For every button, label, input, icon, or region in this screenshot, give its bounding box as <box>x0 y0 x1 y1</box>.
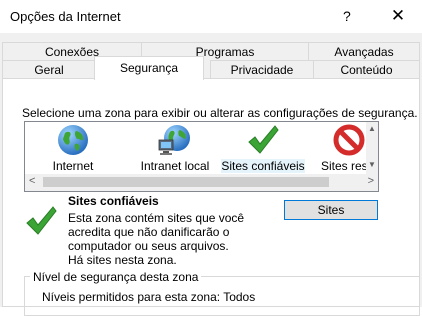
tab-avancadas[interactable]: Avançadas <box>308 42 420 60</box>
sites-button[interactable]: Sites <box>284 200 378 220</box>
zone-instruction: Selecione uma zona para exibir ou altera… <box>22 106 418 120</box>
tab-privacidade[interactable]: Privacidade <box>210 60 314 78</box>
globe-icon <box>58 125 88 155</box>
window-title: Opções da Internet <box>10 9 121 24</box>
zone-list[interactable]: Internet Intranet local Sites confiáveis… <box>24 121 379 192</box>
help-button[interactable]: ? <box>343 8 351 24</box>
zone-trusted-label: Sites confiáveis <box>221 159 305 173</box>
zone-vertical-scrollbar[interactable]: ▲ ▼ <box>366 122 378 174</box>
restricted-icon <box>333 124 365 156</box>
selected-zone-title: Sites confiáveis <box>68 194 159 208</box>
security-level-label: Nível de segurança desta zona <box>30 270 202 284</box>
close-button[interactable]: ✕ <box>386 4 410 28</box>
tab-geral[interactable]: Geral <box>2 60 96 78</box>
zone-intranet-label: Intranet local <box>140 159 210 173</box>
intranet-icon <box>158 125 190 155</box>
selected-zone-check-icon <box>26 206 57 235</box>
tab-seguranca[interactable]: Segurança <box>94 56 204 80</box>
title-bar: Opções da Internet ? ✕ <box>0 0 422 33</box>
zone-internet-label: Internet <box>52 159 94 173</box>
scroll-down-icon[interactable]: ▼ <box>368 160 376 169</box>
zone-horizontal-scrollbar[interactable]: < > <box>25 174 378 191</box>
scroll-thumb[interactable] <box>43 177 329 187</box>
selected-zone-description: Esta zona contém sites que você acredita… <box>68 211 245 267</box>
scroll-left-icon[interactable]: < <box>29 175 35 187</box>
tab-conteudo[interactable]: Conteúdo <box>313 60 420 78</box>
allowed-levels-text: Níveis permitidos para esta zona: Todos <box>42 290 256 304</box>
scroll-right-icon[interactable]: > <box>368 175 374 187</box>
checkmark-icon <box>248 125 279 154</box>
scroll-up-icon[interactable]: ▲ <box>368 124 376 133</box>
zone-restricted-label: Sites res <box>321 159 368 173</box>
